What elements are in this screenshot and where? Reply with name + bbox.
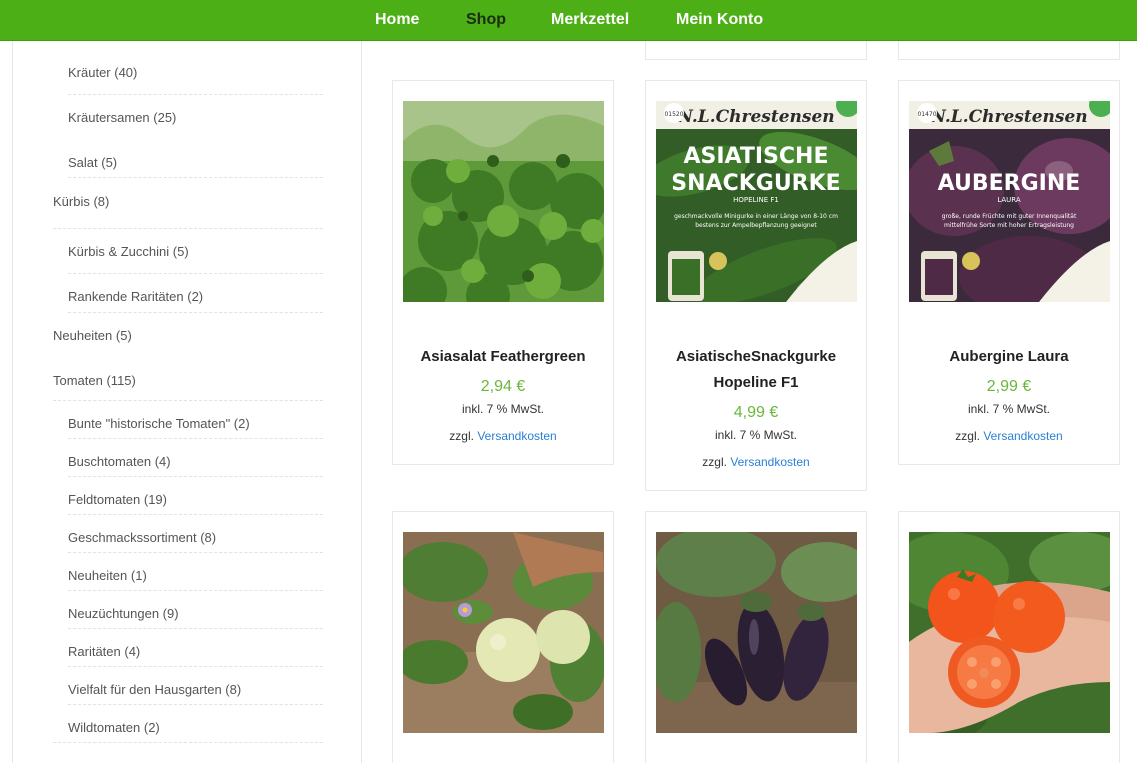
packet-description: bestens zur Ampelbepflanzung geeignet xyxy=(695,222,817,229)
top-navigation: Home Shop Merkzettel Mein Konto xyxy=(0,0,1137,41)
product-shipping-note: zzgl. Versandkosten xyxy=(646,455,866,469)
product-title[interactable]: Asiasalat Feathergreen xyxy=(393,344,613,370)
category-link-kraeuter[interactable]: Kräuter (40) xyxy=(68,65,137,80)
product-card-previous-row[interactable] xyxy=(645,41,867,60)
product-image-aubergine-laura[interactable]: N.L.Chrestensen 01470 AUBERGINE LAURA gr… xyxy=(909,101,1110,302)
category-divider xyxy=(68,273,323,274)
category-divider xyxy=(53,400,323,401)
category-link-buschtomaten[interactable]: Buschtomaten (4) xyxy=(68,454,171,469)
product-card[interactable] xyxy=(392,511,614,763)
category-divider xyxy=(68,312,323,313)
nav-shop-link[interactable]: Shop xyxy=(466,0,506,40)
nav-mein-konto-link[interactable]: Mein Konto xyxy=(676,0,763,40)
category-link-raritaeten[interactable]: Raritäten (4) xyxy=(68,644,140,659)
product-title-line[interactable]: AsiatischeSnackgurke xyxy=(646,344,866,370)
category-divider xyxy=(68,476,323,477)
packet-description: große, runde Früchte mit guter Innenqual… xyxy=(942,213,1077,220)
product-card[interactable]: Asiasalat Feathergreen 2,94 € inkl. 7 % … xyxy=(392,80,614,465)
category-link-vielfalt-hausgarten[interactable]: Vielfalt für den Hausgarten (8) xyxy=(68,682,241,697)
packet-variety: LAURA xyxy=(997,196,1021,204)
product-title[interactable]: Aubergine Laura xyxy=(899,344,1119,370)
category-divider xyxy=(68,514,323,515)
packet-brand: N.L.Chrestensen xyxy=(929,107,1087,127)
category-link-geschmackssortiment[interactable]: Geschmackssortiment (8) xyxy=(68,530,216,545)
packet-number: 01520 xyxy=(664,111,683,118)
product-card-previous-row[interactable] xyxy=(898,41,1120,60)
category-sidebar: Kräuter (40) Kräutersamen (25) Salat (5)… xyxy=(12,41,362,763)
category-divider xyxy=(68,590,323,591)
shipping-costs-link[interactable]: Versandkosten xyxy=(730,455,809,469)
category-divider xyxy=(68,704,323,705)
category-link-kraeutersamen[interactable]: Kräutersamen (25) xyxy=(68,110,176,125)
category-link-bunte-historische-tomaten[interactable]: Bunte "historische Tomaten" (2) xyxy=(68,416,250,431)
category-divider xyxy=(68,666,323,667)
category-divider xyxy=(68,552,323,553)
category-link-salat[interactable]: Salat (5) xyxy=(68,155,117,170)
product-image-asiasalat[interactable] xyxy=(403,101,604,302)
product-price: 2,94 € xyxy=(480,378,526,395)
category-link-feldtomaten[interactable]: Feldtomaten (19) xyxy=(68,492,167,507)
packet-number: 01470 xyxy=(917,111,936,118)
nav-home-link[interactable]: Home xyxy=(375,0,419,40)
packet-name-line: ASIATISCHE xyxy=(684,144,829,169)
category-divider xyxy=(68,438,323,439)
shipping-prefix: zzgl. xyxy=(955,429,980,443)
product-shipping-note: zzgl. Versandkosten xyxy=(393,429,613,443)
category-link-tomaten[interactable]: Tomaten (115) xyxy=(53,373,136,388)
product-price: 4,99 € xyxy=(733,404,779,421)
category-divider xyxy=(53,228,323,229)
nav-merkzettel-link[interactable]: Merkzettel xyxy=(551,0,629,40)
category-link-neuheiten-tomaten[interactable]: Neuheiten (1) xyxy=(68,568,147,583)
product-tax-note: inkl. 7 % MwSt. xyxy=(714,428,798,442)
product-image-tomatoes[interactable] xyxy=(909,532,1110,733)
shipping-prefix: zzgl. xyxy=(702,455,727,469)
product-price: 2,99 € xyxy=(986,378,1032,395)
category-divider xyxy=(68,177,323,178)
category-link-kuerbis-zucchini[interactable]: Kürbis & Zucchini (5) xyxy=(68,244,189,259)
packet-name-line: SNACKGURKE xyxy=(671,171,840,196)
product-image-dark-eggplant[interactable] xyxy=(656,532,857,733)
product-card[interactable]: N.L.Chrestensen 01470 AUBERGINE LAURA gr… xyxy=(898,80,1120,465)
packet-brand: N.L.Chrestensen xyxy=(676,107,834,127)
product-tax-note: inkl. 7 % MwSt. xyxy=(967,402,1051,416)
category-divider xyxy=(53,742,323,743)
product-title-line[interactable]: Hopeline F1 xyxy=(646,370,866,396)
category-link-kuerbis[interactable]: Kürbis (8) xyxy=(53,194,109,209)
shipping-prefix: zzgl. xyxy=(449,429,474,443)
product-card[interactable] xyxy=(898,511,1120,763)
packet-description: mittelfrühe Sorte mit hoher Ertragsleist… xyxy=(944,222,1074,229)
product-card[interactable] xyxy=(645,511,867,763)
category-divider xyxy=(68,628,323,629)
product-image-white-eggplant[interactable] xyxy=(403,532,604,733)
packet-description: geschmackvolle Minigurke in einer Länge … xyxy=(674,213,838,220)
packet-name-line: AUBERGINE xyxy=(938,171,1081,196)
category-link-neuzuechtungen[interactable]: Neuzüchtungen (9) xyxy=(68,606,179,621)
shipping-costs-link[interactable]: Versandkosten xyxy=(983,429,1062,443)
category-link-rankende-raritaeten[interactable]: Rankende Raritäten (2) xyxy=(68,289,203,304)
category-link-neuheiten[interactable]: Neuheiten (5) xyxy=(53,328,132,343)
product-card[interactable]: N.L.Chrestensen 01520 ASIATISCHE SNACKGU… xyxy=(645,80,867,491)
packet-variety: HOPELINE F1 xyxy=(733,196,779,204)
product-shipping-note: zzgl. Versandkosten xyxy=(899,429,1119,443)
shipping-costs-link[interactable]: Versandkosten xyxy=(477,429,556,443)
category-link-wildtomaten[interactable]: Wildtomaten (2) xyxy=(68,720,160,735)
product-tax-note: inkl. 7 % MwSt. xyxy=(461,402,545,416)
category-divider xyxy=(68,94,323,95)
product-image-snackgurke[interactable]: N.L.Chrestensen 01520 ASIATISCHE SNACKGU… xyxy=(656,101,857,302)
